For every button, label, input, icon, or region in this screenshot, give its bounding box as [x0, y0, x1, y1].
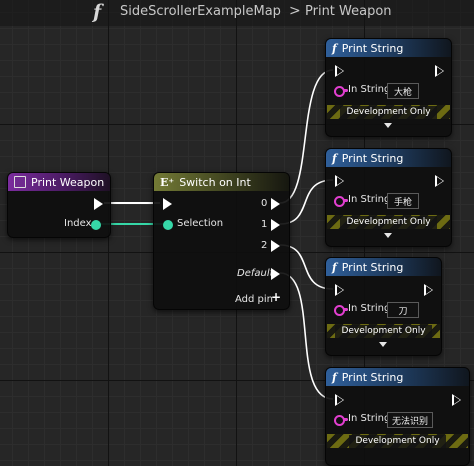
selection-label: Selection [177, 218, 224, 229]
in-string-input[interactable]: 手枪 [387, 193, 419, 209]
switch-output-default-pin[interactable] [271, 268, 280, 280]
function-icon: f [332, 151, 337, 165]
print-exec-out-pin[interactable] [424, 284, 433, 296]
switch-output-2-label: 2 [261, 240, 268, 251]
print-exec-out-pin[interactable] [435, 65, 444, 77]
print-string-node[interactable]: f Print String In String 刀 Development O… [325, 257, 442, 356]
switch-output-0-pin[interactable] [271, 198, 280, 210]
in-string-input[interactable]: 大枪 [387, 83, 419, 99]
function-icon: f [332, 370, 337, 384]
switch-node-header[interactable]: E⁺ Switch on Int [154, 173, 289, 191]
event-exec-out-pin[interactable] [94, 198, 103, 210]
event-node-title: Print Weapon [31, 175, 105, 189]
event-node-header[interactable]: Print Weapon [8, 173, 110, 191]
development-only-label: Development Only [349, 434, 446, 448]
development-only-label: Development Only [335, 324, 432, 338]
switch-output-0-label: 0 [261, 198, 268, 209]
print-string-title: Print String [341, 41, 404, 55]
print-string-title: Print String [341, 370, 404, 384]
print-string-header[interactable]: f Print String [326, 258, 441, 276]
print-exec-in-pin[interactable] [335, 65, 344, 77]
function-icon: f [332, 260, 337, 274]
in-string-label: In String [348, 303, 391, 314]
switch-output-default-label: Default [237, 268, 274, 279]
print-string-header[interactable]: f Print String [326, 368, 469, 386]
switch-output-1-label: 1 [261, 219, 268, 230]
in-string-pin[interactable] [334, 86, 348, 97]
function-icon: f [332, 41, 337, 55]
switch-exec-in-pin[interactable] [163, 198, 172, 210]
development-only-bar: Development Only [327, 434, 468, 448]
print-exec-in-pin[interactable] [335, 284, 344, 296]
print-string-header[interactable]: f Print String [326, 149, 451, 167]
switch-node-title: Switch on Int [179, 175, 251, 189]
event-index-label: Index [64, 218, 92, 229]
switch-on-int-node[interactable]: E⁺ Switch on Int Selection 0 1 2 Default… [153, 172, 290, 310]
in-string-input[interactable]: 刀 [387, 302, 419, 318]
print-exec-in-pin[interactable] [335, 394, 344, 406]
add-pin-icon[interactable]: + [271, 290, 281, 304]
development-only-label: Development Only [340, 215, 437, 229]
add-pin-label[interactable]: Add pin [235, 294, 273, 305]
in-string-label: In String [348, 194, 391, 205]
in-string-input[interactable]: 无法识别 [387, 412, 434, 428]
print-exec-in-pin[interactable] [335, 175, 344, 187]
development-only-bar: Development Only [327, 324, 440, 338]
event-index-pin[interactable] [91, 220, 101, 230]
switch-output-2-pin[interactable] [271, 240, 280, 252]
print-exec-out-pin[interactable] [435, 175, 444, 187]
print-string-header[interactable]: f Print String [326, 39, 451, 57]
chevron-down-icon[interactable] [384, 123, 392, 128]
in-string-label: In String [348, 413, 391, 424]
print-string-node[interactable]: f Print String In String 大枪 Development … [325, 38, 452, 137]
event-icon [14, 176, 26, 188]
in-string-pin[interactable] [334, 305, 348, 316]
selection-pin[interactable] [163, 220, 173, 230]
development-only-bar: Development Only [327, 105, 450, 119]
in-string-pin[interactable] [334, 196, 348, 207]
event-node-print-weapon[interactable]: Print Weapon Index [7, 172, 111, 238]
development-only-bar: Development Only [327, 215, 450, 229]
in-string-pin[interactable] [334, 415, 348, 426]
switch-output-1-pin[interactable] [271, 219, 280, 231]
switch-icon: E⁺ [160, 175, 175, 189]
chevron-down-icon[interactable] [379, 342, 387, 347]
print-string-title: Print String [341, 151, 404, 165]
print-string-title: Print String [341, 260, 404, 274]
print-string-node[interactable]: f Print String In String 手枪 Development … [325, 148, 452, 247]
chevron-down-icon[interactable] [384, 233, 392, 238]
development-only-label: Development Only [340, 105, 437, 119]
print-exec-out-pin[interactable] [452, 394, 461, 406]
print-string-node[interactable]: f Print String In String 无法识别 Developmen… [325, 367, 470, 466]
in-string-label: In String [348, 84, 391, 95]
